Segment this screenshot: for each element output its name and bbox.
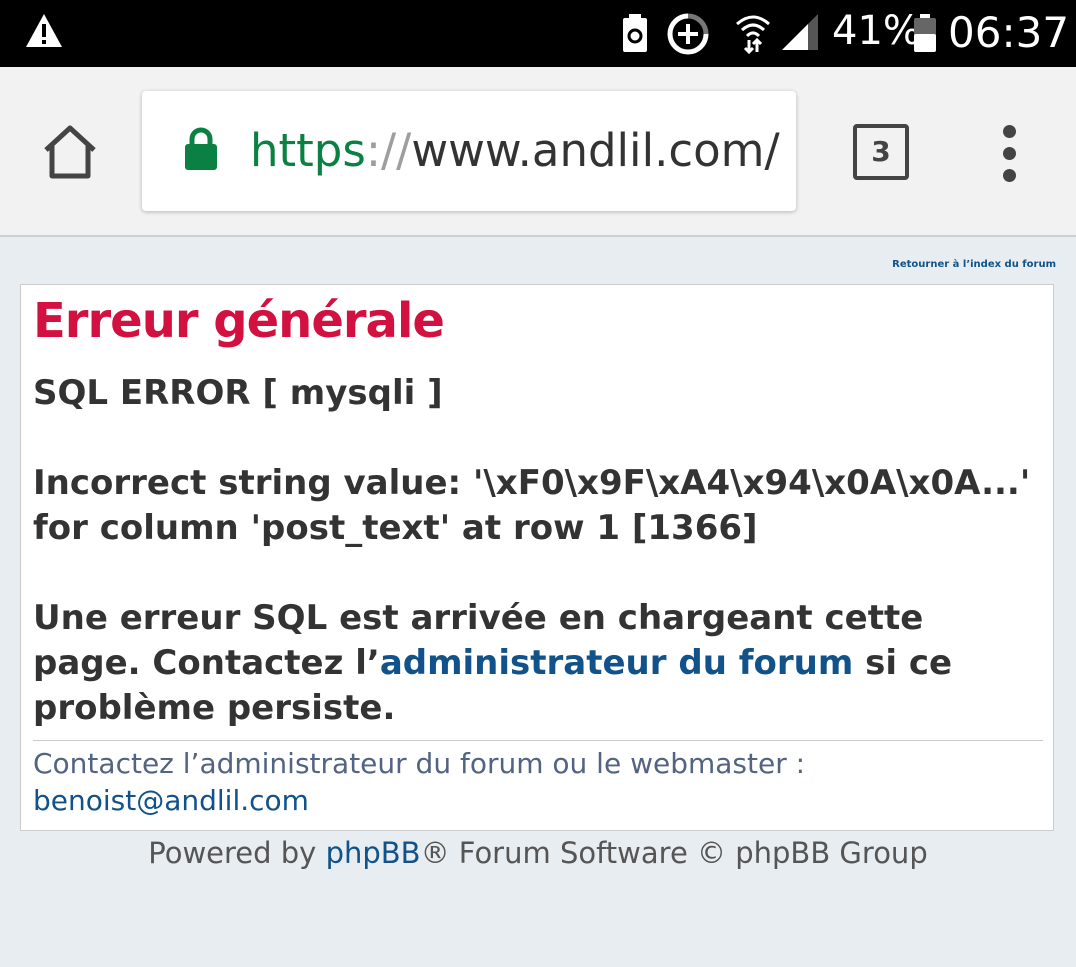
battery-saver-icon (623, 14, 647, 52)
error-explanation: Une erreur SQL est arrivée en chargeant … (33, 596, 1033, 731)
powered-by-text: Powered by (148, 836, 326, 870)
wifi-icon (736, 15, 770, 54)
sql-error-detail: Incorrect string value: '\xF0\x9F\xA4\x9… (33, 463, 1031, 548)
overflow-menu-icon[interactable] (996, 125, 1022, 182)
footer: Powered by phpBB® Forum Software © phpBB… (0, 836, 1076, 870)
error-message: SQL ERROR [ mysqli ] Incorrect string va… (33, 371, 1033, 731)
divider (33, 740, 1043, 741)
data-saver-icon (667, 13, 709, 55)
url-separator: :// (365, 124, 412, 177)
status-bar: 41% 06:37 (0, 0, 1076, 67)
contact-email-link[interactable]: benoist@andlil.com (33, 784, 309, 817)
forum-admin-link[interactable]: administrateur du forum (380, 643, 853, 683)
contact-info: Contactez l’administrateur du forum ou l… (33, 745, 1033, 819)
browser-toolbar: https://www.andlil.com/ 3 (0, 67, 1076, 237)
sql-error-heading: SQL ERROR [ mysqli ] (33, 373, 443, 413)
error-panel: Erreur générale SQL ERROR [ mysqli ] Inc… (20, 284, 1054, 831)
return-to-index-link[interactable]: Retourner à l’index du forum (892, 259, 1056, 270)
url-scheme: https (250, 124, 366, 177)
battery-percent: 41% (832, 8, 921, 54)
url-bar[interactable]: https://www.andlil.com/ (142, 91, 796, 211)
contact-text: Contactez l’administrateur du forum ou l… (33, 747, 806, 780)
page-title: Erreur générale (33, 293, 445, 349)
home-icon[interactable] (40, 122, 100, 182)
tab-switcher-button[interactable]: 3 (853, 124, 909, 180)
battery-icon (914, 14, 936, 52)
signal-icon (782, 14, 818, 50)
url-text: https://www.andlil.com/ (250, 121, 780, 181)
url-host: www.andlil.com/ (411, 124, 780, 177)
footer-copyright: ® Forum Software © phpBB Group (420, 836, 928, 870)
phpbb-link[interactable]: phpBB (326, 836, 421, 870)
warning-icon (26, 14, 62, 47)
lock-icon (185, 127, 217, 170)
clock: 06:37 (948, 8, 1070, 57)
